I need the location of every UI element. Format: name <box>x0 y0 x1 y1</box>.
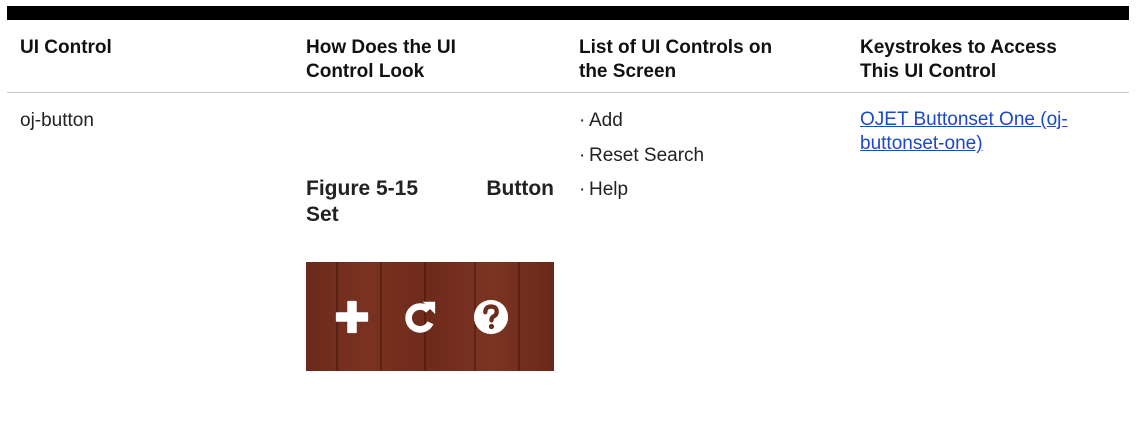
button-set-image <box>306 262 554 371</box>
header-how-look: How Does the UI Control Look <box>306 37 456 82</box>
help-icon <box>473 299 509 335</box>
header-list-controls: List of UI Controls on the Screen <box>579 37 773 82</box>
figure-word-1: Button <box>486 177 554 200</box>
table-top-rule <box>7 6 1129 20</box>
header-ui-control: UI Control <box>20 37 112 58</box>
bullet-dot: · <box>579 179 586 200</box>
buttonset-doc-link[interactable]: OJET Buttonset One (oj- buttonset-one) <box>860 108 1130 156</box>
figure-word-2: Set <box>306 203 339 226</box>
figure-label: Figure 5-15 <box>306 177 419 200</box>
figure-caption: Figure 5-15 Button Set <box>306 176 554 228</box>
plus-icon <box>335 300 369 334</box>
list-item: · Reset Search <box>579 145 705 166</box>
header-keystrokes: Keystrokes to Access This UI Control <box>860 37 1057 82</box>
list-item: · Help <box>579 179 629 200</box>
header-divider <box>7 92 1129 93</box>
refresh-icon <box>405 301 436 333</box>
row-control-name: oj-button <box>20 110 94 131</box>
bullet-dot: · <box>579 110 586 131</box>
bullet-dot: · <box>579 145 586 166</box>
list-item: · Add <box>579 110 623 131</box>
